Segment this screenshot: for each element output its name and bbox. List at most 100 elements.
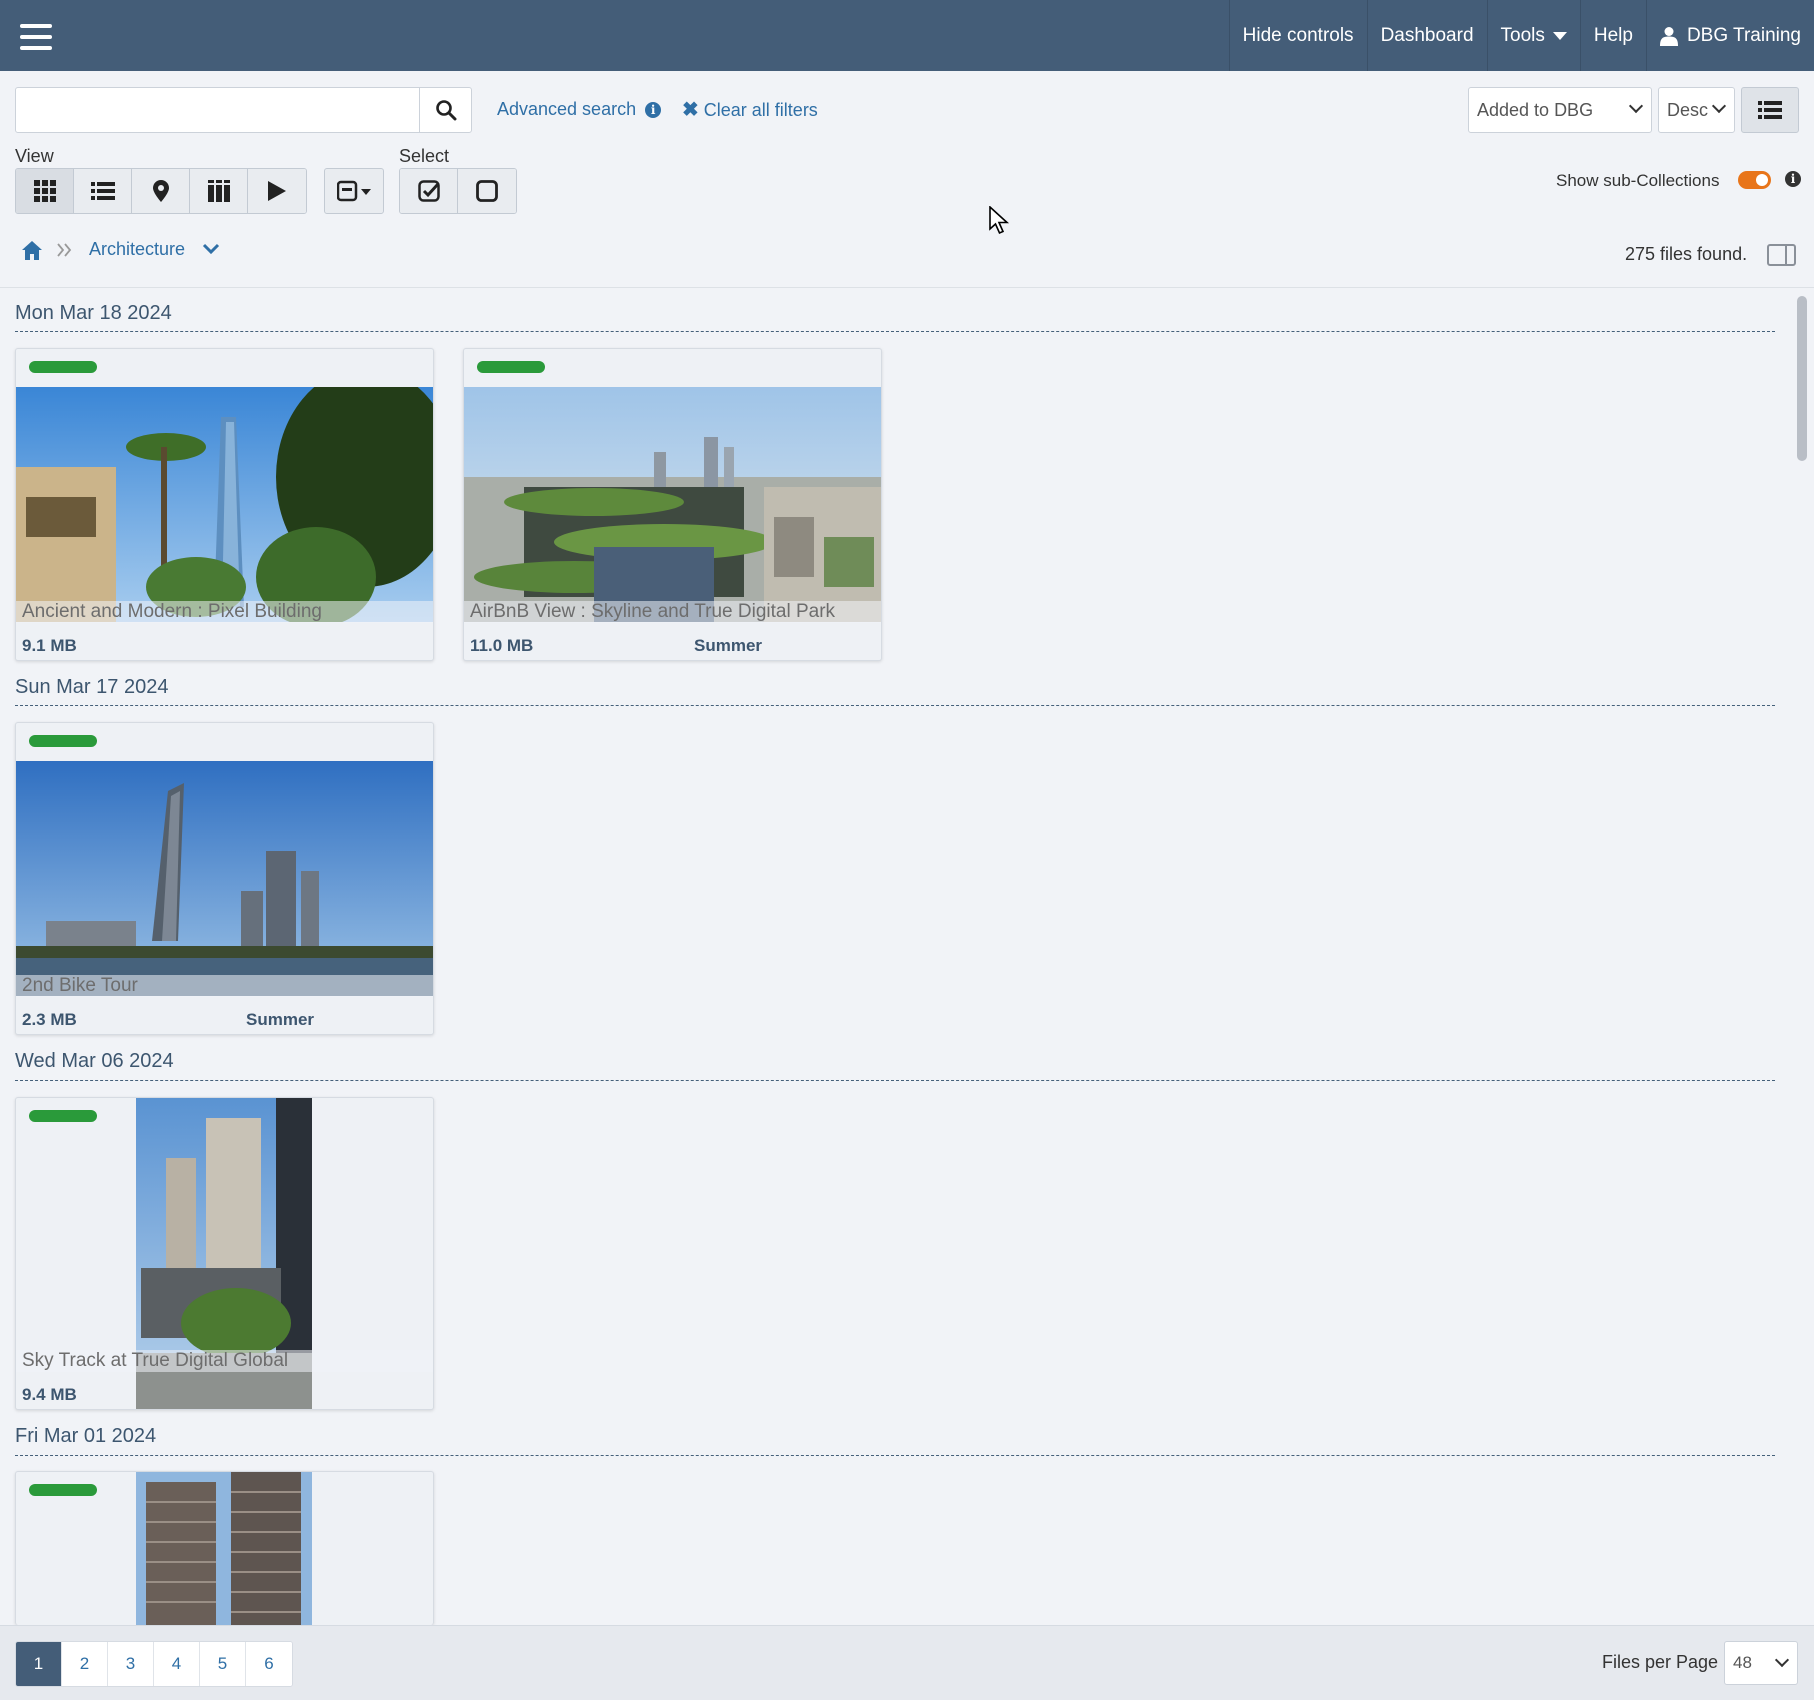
- divider: [0, 287, 1814, 288]
- user-name: DBG Training: [1686, 24, 1801, 46]
- list-icon: [1758, 101, 1782, 119]
- file-title: Sky Track at True Digital Global: [16, 1350, 433, 1372]
- page-3-button[interactable]: 3: [108, 1642, 154, 1686]
- advanced-search-link[interactable]: Advanced search i: [497, 99, 662, 120]
- file-title: 2nd Bike Tour: [16, 975, 433, 997]
- file-card[interactable]: AirBnB View : Skyline and True Digital P…: [463, 348, 882, 661]
- select-all-button[interactable]: [400, 169, 458, 213]
- files-per-page-label: Files per Page: [1602, 1652, 1719, 1672]
- user-menu[interactable]: DBG Training: [1645, 0, 1814, 71]
- sort-order-select[interactable]: Desc: [1658, 87, 1735, 133]
- columns-icon: [207, 180, 230, 202]
- search-input[interactable]: [15, 87, 420, 133]
- help-link[interactable]: Help: [1579, 0, 1646, 71]
- nav-menu: Hide controls Dashboard Tools Help DBG T…: [1228, 0, 1814, 71]
- file-size: 11.0 MB: [470, 636, 534, 655]
- double-chevron-right-icon: [57, 243, 72, 257]
- status-badge: [29, 1110, 97, 1122]
- square-icon: [476, 180, 498, 202]
- sort-order-value: Desc: [1667, 99, 1709, 120]
- column-view-button[interactable]: [190, 169, 248, 213]
- file-title: Ancient and Modern : Pixel Building: [16, 601, 433, 623]
- display-options-button[interactable]: [324, 168, 384, 214]
- chevron-down-icon[interactable]: [202, 243, 220, 255]
- sub-collections-label: Show sub-Collections: [1556, 171, 1720, 190]
- search-icon: [435, 100, 456, 121]
- date-divider: [15, 705, 1775, 706]
- map-view-button[interactable]: [132, 169, 190, 213]
- date-group-heading: Mon Mar 18 2024: [15, 302, 172, 324]
- pagination: 1 2 3 4 5 6: [15, 1641, 293, 1687]
- select-label: Select: [399, 146, 450, 166]
- user-icon: [1659, 26, 1678, 46]
- sidebar-toggle-icon[interactable]: [1767, 244, 1796, 266]
- status-badge: [29, 1484, 97, 1496]
- files-per-page-select[interactable]: 48: [1724, 1641, 1798, 1685]
- date-group-heading: Wed Mar 06 2024: [15, 1050, 174, 1072]
- grid-icon: [33, 180, 56, 202]
- breadcrumb-architecture[interactable]: Architecture: [89, 239, 185, 260]
- info-icon[interactable]: i: [1785, 171, 1801, 187]
- hamburger-menu-icon[interactable]: [20, 24, 52, 51]
- scrollbar-thumb[interactable]: [1797, 296, 1807, 461]
- page-6-button[interactable]: 6: [246, 1642, 292, 1686]
- view-label: View: [15, 146, 54, 166]
- file-card[interactable]: 2nd Bike Tour 2.3 MB Summer: [15, 722, 434, 1035]
- view-mode-group: [15, 168, 307, 214]
- page-4-button[interactable]: 4: [154, 1642, 200, 1686]
- thumbnail-image: [16, 387, 433, 622]
- file-title: AirBnB View : Skyline and True Digital P…: [464, 601, 881, 623]
- play-icon: [268, 181, 286, 201]
- slideshow-button[interactable]: [248, 169, 306, 213]
- date-divider: [15, 331, 1775, 332]
- thumbnail-image: [136, 1472, 312, 1625]
- file-size: 9.4 MB: [22, 1385, 77, 1404]
- date-group-heading: Fri Mar 01 2024: [15, 1425, 157, 1447]
- clear-filters-link[interactable]: ✖ Clear all filters: [682, 97, 818, 122]
- date-divider: [15, 1080, 1775, 1081]
- dashboard-link[interactable]: Dashboard: [1366, 0, 1487, 71]
- advanced-search-label: Advanced search: [497, 99, 637, 119]
- chevron-down-icon: [1628, 98, 1644, 114]
- clear-filters-label: Clear all filters: [703, 100, 818, 120]
- file-season: Summer: [246, 1010, 315, 1029]
- display-options-icon: [337, 180, 371, 202]
- hide-controls-link[interactable]: Hide controls: [1228, 0, 1367, 71]
- thumbnail-image: [16, 761, 433, 996]
- deselect-all-button[interactable]: [458, 169, 516, 213]
- date-divider: [15, 1455, 1775, 1456]
- file-card[interactable]: Sky Track at True Digital Global 9.4 MB: [15, 1097, 434, 1410]
- check-square-icon: [417, 180, 440, 202]
- file-size: 2.3 MB: [22, 1010, 77, 1029]
- home-icon[interactable]: [22, 241, 42, 260]
- page-5-button[interactable]: 5: [200, 1642, 246, 1686]
- info-icon: i: [645, 102, 662, 118]
- select-group: [399, 168, 517, 214]
- page-2-button[interactable]: 2: [62, 1642, 108, 1686]
- status-badge: [477, 361, 545, 373]
- status-badge: [29, 735, 97, 747]
- file-card[interactable]: Ancient and Modern : Pixel Building 9.1 …: [15, 348, 434, 661]
- page-1-button[interactable]: 1: [16, 1642, 62, 1686]
- tools-menu[interactable]: Tools: [1486, 0, 1580, 71]
- sort-field-value: Added to DBG: [1477, 99, 1594, 120]
- tools-label: Tools: [1500, 24, 1545, 46]
- map-pin-icon: [152, 180, 169, 202]
- chevron-down-icon: [1711, 98, 1727, 114]
- file-size: 9.1 MB: [22, 636, 77, 655]
- grid-view-button[interactable]: [16, 169, 74, 213]
- sort-field-select[interactable]: Added to DBG: [1468, 87, 1652, 133]
- list-layout-button[interactable]: [1741, 87, 1799, 133]
- chevron-down-icon: [1774, 1652, 1790, 1668]
- list-view-button[interactable]: [74, 169, 132, 213]
- files-per-page-value: 48: [1733, 1653, 1752, 1672]
- results-count: 275 files found.: [1625, 244, 1748, 264]
- thumbnail-image: [464, 387, 881, 622]
- sub-collections-toggle[interactable]: [1738, 171, 1771, 189]
- list-icon: [90, 182, 115, 200]
- status-badge: [29, 361, 97, 373]
- search-button[interactable]: [419, 87, 472, 133]
- caret-down-icon: [1552, 31, 1567, 40]
- file-card[interactable]: [15, 1471, 434, 1625]
- date-group-heading: Sun Mar 17 2024: [15, 676, 169, 698]
